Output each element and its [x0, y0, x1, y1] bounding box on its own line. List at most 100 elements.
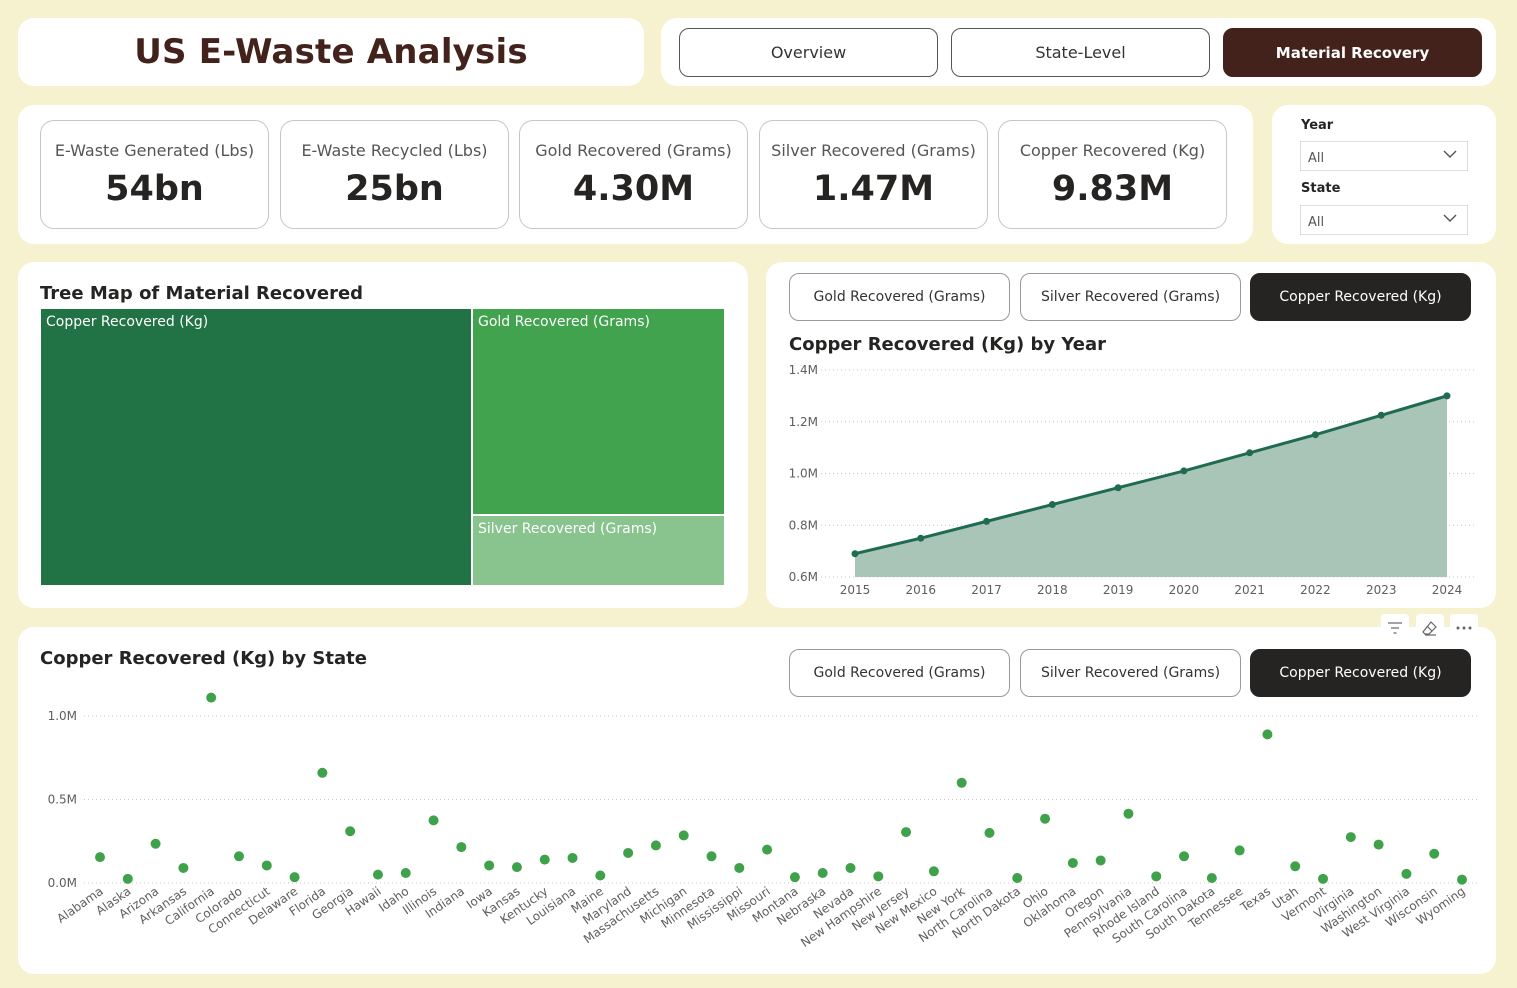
x-tick-label: 2020: [1169, 583, 1200, 597]
x-tick-label: Pennsylvania: [1062, 884, 1135, 941]
data-point: [1290, 861, 1301, 872]
data-point: [1457, 874, 1467, 885]
x-tick-label: New Mexico: [873, 884, 940, 937]
data-point: [345, 826, 356, 837]
data-point: [400, 867, 411, 878]
data-point: [595, 870, 606, 881]
year-filter-value: All: [1308, 151, 1325, 166]
x-tick-label: Wyoming: [1414, 884, 1468, 928]
x-tick-label: Rhode Island: [1090, 884, 1162, 940]
area-fill: [855, 395, 1447, 577]
kpi-value: 4.30M: [572, 169, 695, 209]
year-filter-label: Year: [1301, 118, 1334, 133]
state-filter-label: State: [1301, 181, 1341, 196]
x-tick-label: Minnesota: [658, 884, 717, 931]
x-tick-label: Louisiana: [524, 884, 578, 928]
metric-copper-button[interactable]: Copper Recovered (Kg): [1250, 273, 1471, 321]
data-point: [178, 862, 189, 873]
eraser-icon[interactable]: [1416, 614, 1444, 642]
metric-gold-button[interactable]: Gold Recovered (Grams): [789, 649, 1010, 697]
data-point: [428, 815, 439, 826]
data-point: [206, 692, 217, 703]
x-tick-label: Arkansas: [136, 884, 189, 927]
x-tick-label: Oklahoma: [1021, 884, 1079, 931]
title-card: US E-Waste Analysis: [18, 18, 644, 86]
data-point: [678, 830, 689, 841]
metric-copper-button[interactable]: Copper Recovered (Kg): [1250, 649, 1471, 697]
x-tick-label: Nebraska: [774, 884, 828, 928]
data-point: [1234, 845, 1245, 856]
data-point: [1048, 501, 1056, 509]
x-tick-label: Alabama: [54, 884, 105, 926]
nav-material-recovery-button[interactable]: Material Recovery: [1223, 28, 1482, 77]
data-point: [539, 854, 550, 865]
filter-icon[interactable]: [1381, 614, 1409, 642]
kpi-label: Gold Recovered (Grams): [535, 141, 732, 160]
x-tick-label: 2017: [971, 583, 1002, 597]
data-point: [983, 517, 991, 525]
x-tick-label: 2024: [1432, 583, 1463, 597]
state-filter-dropdown[interactable]: All: [1300, 205, 1468, 235]
data-point: [1040, 813, 1051, 824]
kpi-ewaste-generated: E-Waste Generated (Lbs) 54bn: [40, 120, 269, 229]
x-tick-label: 2019: [1103, 583, 1134, 597]
data-point: [95, 852, 105, 863]
year-chart-title: Copper Recovered (Kg) by Year: [789, 334, 1107, 355]
x-tick-label: Nevada: [811, 884, 857, 922]
x-tick-label: California: [162, 884, 217, 928]
data-point: [762, 844, 773, 855]
data-point: [511, 862, 522, 873]
chevron-down-icon: [1443, 150, 1457, 158]
nav-overview-button[interactable]: Overview: [679, 28, 938, 77]
kpi-silver-recovered: Silver Recovered (Grams) 1.47M: [759, 120, 988, 229]
year-chart-card: Gold Recovered (Grams) Silver Recovered …: [766, 262, 1496, 608]
metric-silver-button[interactable]: Silver Recovered (Grams): [1020, 649, 1241, 697]
data-point: [567, 852, 578, 863]
kpi-label: Copper Recovered (Kg): [1019, 141, 1206, 160]
x-tick-label: Missouri: [724, 884, 773, 924]
x-tick-label: Arizona: [116, 884, 161, 921]
state-chart-card: Copper Recovered (Kg) by State Gold Reco…: [18, 627, 1496, 974]
data-point: [317, 767, 328, 778]
data-point: [956, 777, 967, 788]
x-tick-label: Ohio: [1020, 884, 1051, 911]
data-point: [372, 869, 383, 880]
data-point: [1345, 832, 1356, 843]
x-tick-label: Iowa: [464, 884, 495, 912]
series-line: [854, 394, 1448, 556]
y-tick-label: 1.4M: [789, 363, 818, 377]
x-tick-label: North Dakota: [950, 884, 1023, 941]
y-tick-label: 0.8M: [789, 518, 818, 532]
kpi-label: Silver Recovered (Grams): [771, 141, 976, 160]
metric-silver-button[interactable]: Silver Recovered (Grams): [1020, 273, 1241, 321]
nav-state-level-button[interactable]: State-Level: [951, 28, 1210, 77]
year-filter-dropdown[interactable]: All: [1300, 141, 1468, 171]
x-tick-label: Indiana: [423, 884, 467, 921]
x-tick-label: Kentucky: [498, 884, 551, 927]
treemap-card: Tree Map of Material Recovered Copper Re…: [18, 262, 748, 608]
data-point: [1429, 848, 1440, 859]
x-tick-label: Vermont: [1279, 884, 1329, 925]
y-tick-label: 1.0M: [48, 709, 77, 723]
data-point: [1262, 729, 1273, 740]
treemap-cell-copper[interactable]: Copper Recovered (Kg): [40, 308, 472, 586]
x-tick-label: Colorado: [193, 884, 245, 926]
x-tick-label: Massachusetts: [581, 884, 662, 946]
data-point: [623, 847, 634, 858]
data-point: [484, 860, 495, 871]
metric-gold-button[interactable]: Gold Recovered (Grams): [789, 273, 1010, 321]
data-point: [289, 872, 300, 883]
data-point: [650, 840, 661, 851]
more-options-icon[interactable]: [1450, 614, 1478, 642]
y-tick-label: 1.0M: [789, 467, 818, 481]
x-tick-label: South Dakota: [1143, 884, 1218, 942]
treemap-cell-label: Gold Recovered (Grams): [478, 314, 650, 330]
data-point: [901, 827, 912, 838]
state-chart-title: Copper Recovered (Kg) by State: [40, 648, 367, 669]
data-point: [456, 842, 467, 853]
treemap-cell-silver[interactable]: Silver Recovered (Grams): [472, 515, 725, 586]
treemap-cell-gold[interactable]: Gold Recovered (Grams): [472, 308, 725, 515]
x-tick-label: New Hampshire: [798, 884, 884, 950]
x-tick-label: Michigan: [637, 884, 689, 926]
kpi-value: 1.47M: [812, 169, 935, 209]
